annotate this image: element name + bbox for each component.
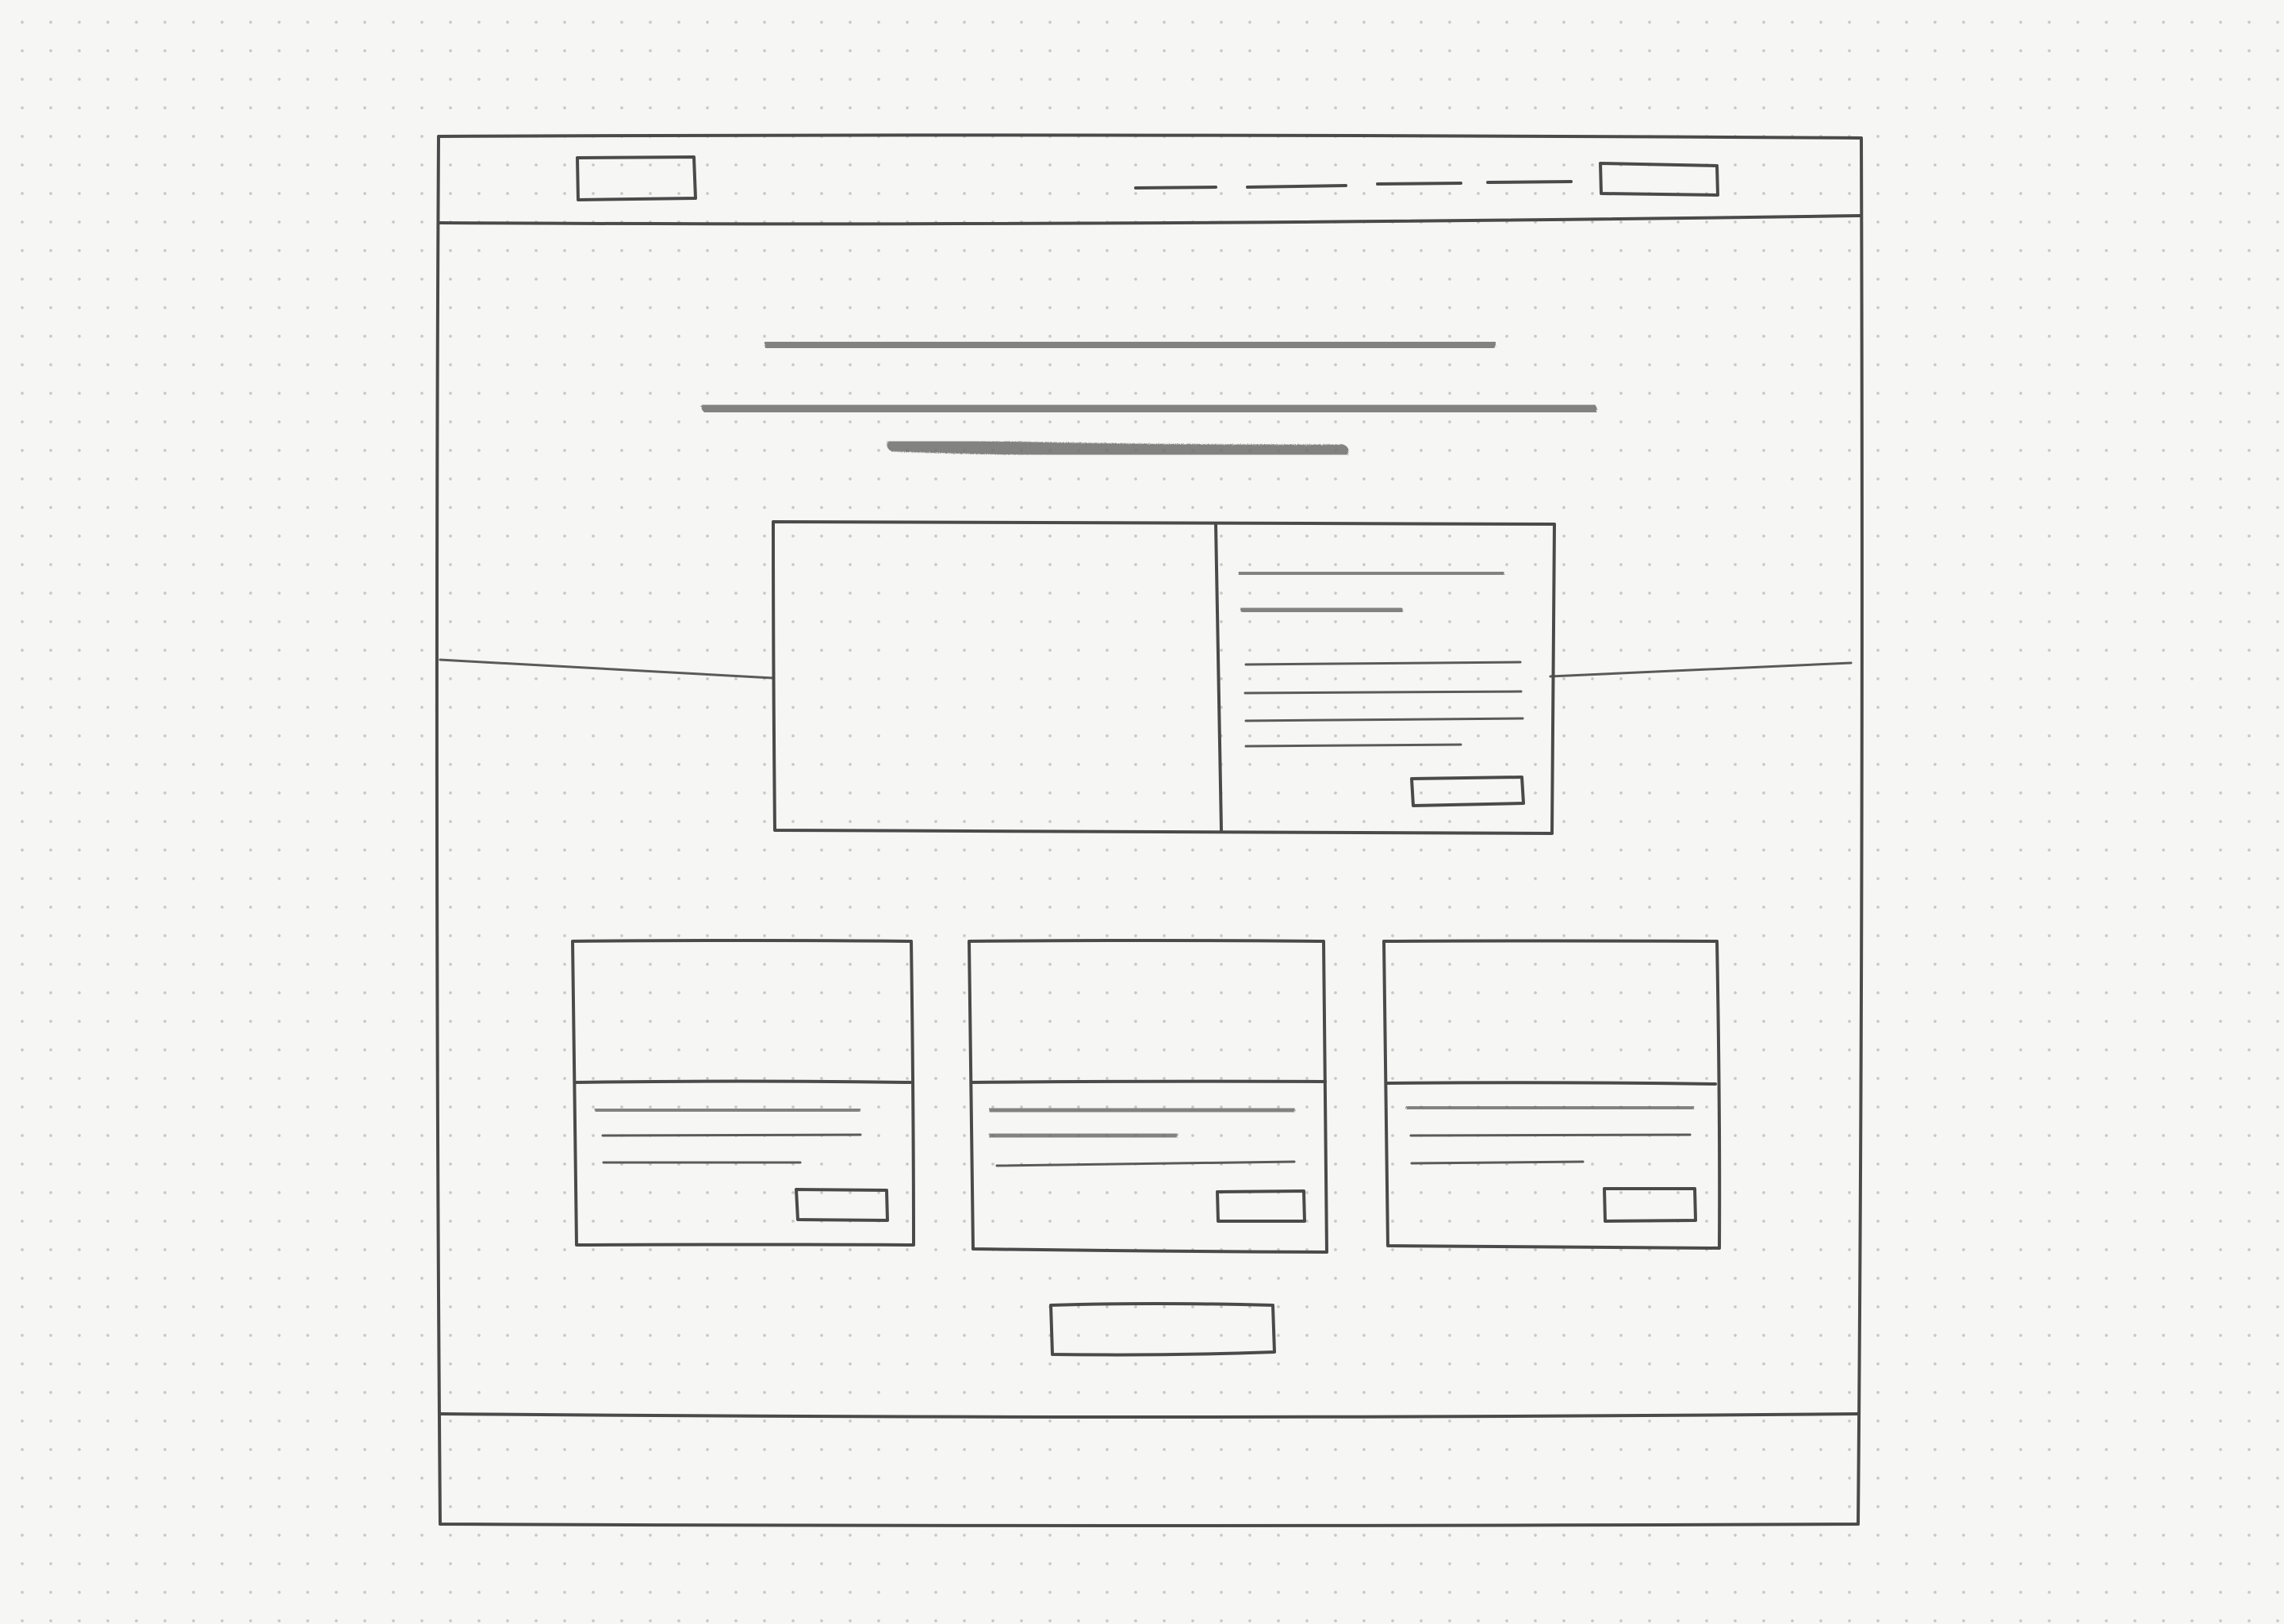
header-cta-button[interactable]	[1599, 162, 1719, 197]
section-background-line	[439, 658, 1853, 680]
card-3-image-divider	[1385, 1081, 1717, 1086]
card-3-button[interactable]	[1603, 1187, 1697, 1223]
card-3-frame	[1382, 939, 1722, 1250]
featured-body-line-1	[1244, 661, 1522, 666]
card-2	[968, 939, 1328, 1254]
hero-subtitle-line-1	[701, 400, 1597, 417]
card-1-frame	[571, 939, 915, 1247]
load-more-button[interactable]	[1049, 1302, 1276, 1357]
hero-title	[765, 333, 1496, 357]
card-1-title	[595, 1105, 860, 1116]
logo-placeholder[interactable]	[576, 155, 697, 201]
card-1-text-line-1	[601, 1133, 862, 1137]
card-2-button[interactable]	[1216, 1189, 1306, 1223]
card-3-text-line-1	[1409, 1133, 1692, 1137]
card-1-image-divider	[574, 1079, 912, 1084]
wireframe-sketch	[435, 133, 1864, 1527]
featured-heading	[1238, 565, 1504, 581]
hero-section	[701, 333, 1597, 458]
card-2-text-line-1	[995, 1160, 1296, 1167]
card-2-subtitle	[989, 1130, 1178, 1142]
footer	[439, 1412, 1860, 1419]
featured-image-placeholder	[1214, 523, 1223, 832]
featured-body-line-3	[1244, 717, 1524, 722]
nav-link-2[interactable]	[1246, 184, 1347, 189]
nav-link-1[interactable]	[1134, 186, 1217, 190]
card-3-text-line-2	[1410, 1160, 1585, 1165]
featured-body-line-4	[1244, 743, 1462, 748]
card-1	[571, 939, 915, 1247]
card-3	[1382, 939, 1722, 1250]
featured-button[interactable]	[1410, 776, 1525, 807]
card-2-title	[989, 1105, 1295, 1116]
footer-divider	[439, 1412, 1860, 1419]
featured-subheading	[1240, 604, 1403, 616]
hero-subtitle-line-2	[887, 438, 1349, 458]
featured-body-line-2	[1244, 690, 1523, 695]
header-divider	[439, 214, 1861, 226]
nav-link-3[interactable]	[1376, 182, 1462, 186]
card-1-button[interactable]	[795, 1188, 889, 1222]
card-3-title	[1406, 1102, 1694, 1113]
featured-block	[772, 520, 1556, 835]
header-bar	[439, 155, 1861, 226]
card-2-frame	[968, 939, 1328, 1254]
